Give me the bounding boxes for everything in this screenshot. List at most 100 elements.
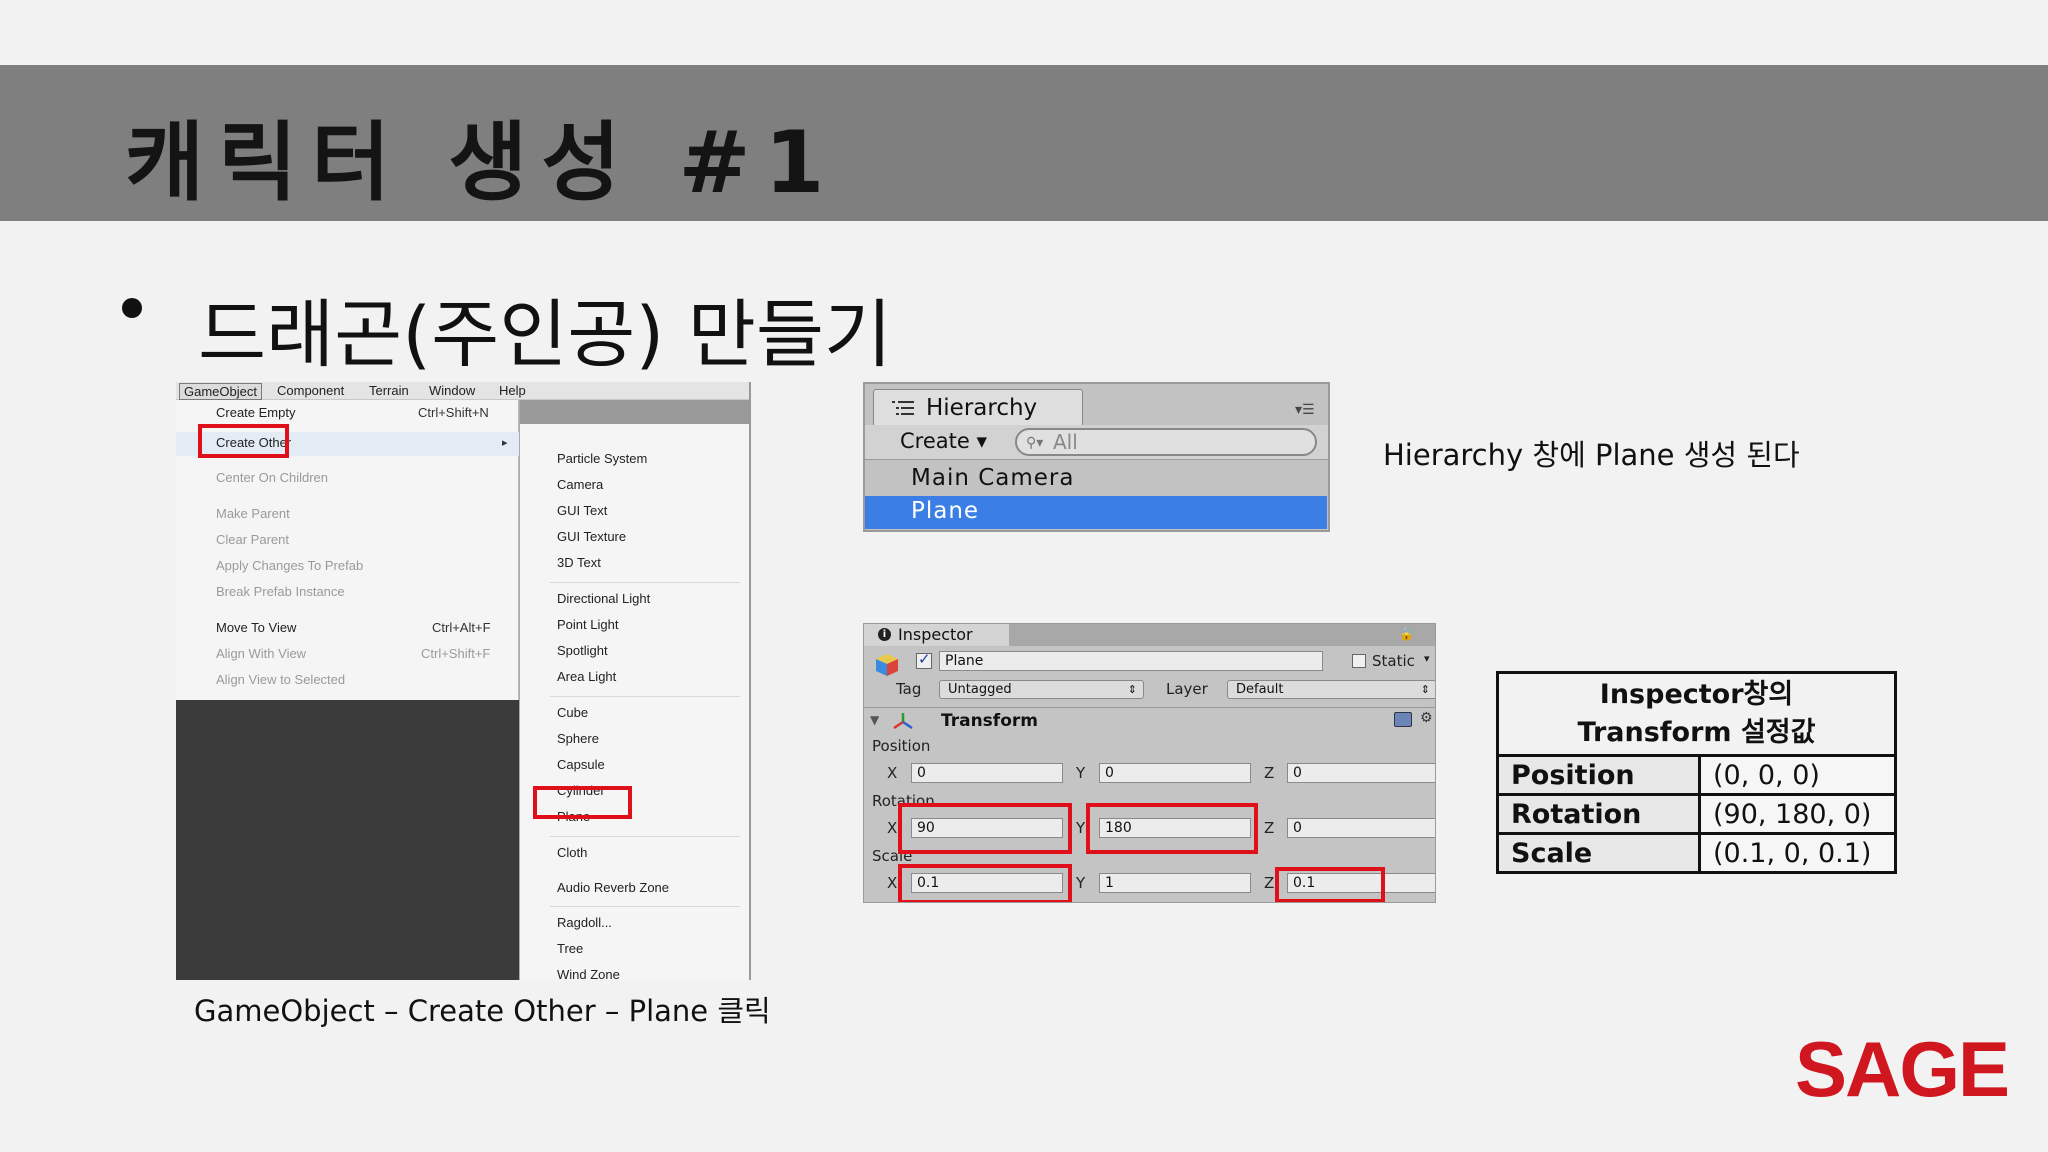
table-header-line1: Inspector창의 (1599, 679, 1794, 710)
menu-gameobject[interactable]: GameObject (179, 383, 262, 400)
submenu-item-wind-zone[interactable]: Wind Zone (557, 967, 620, 980)
position-y-label: Y (1076, 764, 1086, 782)
table-row: Scale (0.1, 0, 0.1) (1496, 832, 1897, 874)
scale-z-highlight-box (1275, 867, 1385, 902)
static-checkbox[interactable] (1352, 654, 1366, 668)
menu-caption: GameObject – Create Other – Plane 클릭 (194, 994, 771, 1028)
menu-item-make-parent[interactable]: Make Parent (216, 506, 290, 521)
bullet-dot (122, 298, 142, 318)
hierarchy-item-main-camera[interactable]: Main Camera (865, 463, 1327, 496)
static-dropdown-arrow-icon[interactable]: ▾ (1424, 652, 1430, 665)
menu-component[interactable]: Component (277, 383, 344, 398)
tag-dropdown[interactable]: Untagged ⇕ (939, 680, 1144, 699)
table-row: Rotation (90, 180, 0) (1496, 793, 1897, 835)
position-x-label: X (887, 764, 898, 782)
menu-item-break-prefab[interactable]: Break Prefab Instance (216, 584, 345, 599)
submenu-separator (550, 836, 740, 837)
position-z-field[interactable]: 0 (1287, 763, 1435, 783)
help-book-icon[interactable] (1394, 712, 1412, 727)
hierarchy-caption: Hierarchy 창에 Plane 생성 된다 (1383, 438, 1800, 472)
table-row: Position (0, 0, 0) (1496, 754, 1897, 796)
tag-label: Tag (896, 680, 922, 698)
submenu-item-capsule[interactable]: Capsule (557, 757, 605, 772)
search-icon: ⚲▾ (1026, 435, 1044, 451)
rotation-z-label: Z (1264, 819, 1275, 837)
scale-y-field[interactable]: 1 (1099, 873, 1251, 893)
scale-x-highlight-box (898, 864, 1072, 902)
scale-x-label: X (887, 874, 898, 892)
hierarchy-tab[interactable]: Hierarchy (873, 389, 1083, 425)
separator (864, 707, 1435, 708)
create-other-submenu: Particle System Camera GUI Text GUI Text… (519, 400, 749, 980)
submenu-item-camera[interactable]: Camera (557, 477, 603, 492)
gear-icon[interactable]: ⚙ (1420, 710, 1433, 726)
menu-help[interactable]: Help (499, 383, 526, 398)
submenu-separator (550, 696, 740, 697)
create-dropdown[interactable]: Create ▾ (900, 429, 987, 453)
hierarchy-toolbar: Create ▾ ⚲▾ All (865, 425, 1328, 460)
submenu-item-audio-reverb-zone[interactable]: Audio Reverb Zone (557, 880, 669, 895)
submenu-item-spotlight[interactable]: Spotlight (557, 643, 608, 658)
position-y-field[interactable]: 0 (1099, 763, 1251, 783)
layer-dropdown[interactable]: Default ⇕ (1227, 680, 1435, 699)
menu-item-move-to-view[interactable]: Move To View (216, 620, 296, 635)
menu-item-create-empty[interactable]: Create Empty (216, 405, 295, 420)
submenu-header (520, 400, 749, 424)
active-checkbox[interactable] (916, 650, 932, 669)
menu-item-align-with-view[interactable]: Align With View (216, 646, 306, 661)
hierarchy-panel: Hierarchy ▾☰ Create ▾ ⚲▾ All Main Camera… (863, 382, 1330, 532)
submenu-item-cube[interactable]: Cube (557, 705, 588, 720)
scene-view-background (176, 700, 519, 980)
list-icon (892, 401, 914, 415)
lock-icon[interactable]: 🔒 (1399, 627, 1414, 641)
transform-label: Transform (941, 711, 1038, 731)
create-other-highlight-box (198, 424, 289, 458)
submenu-item-directional-light[interactable]: Directional Light (557, 591, 650, 606)
submenu-item-sphere[interactable]: Sphere (557, 731, 599, 746)
submenu-item-ragdoll[interactable]: Ragdoll... (557, 915, 612, 930)
search-placeholder: All (1053, 430, 1078, 454)
rotation-x-highlight-box (898, 803, 1072, 854)
rotation-z-field[interactable]: 0 (1287, 818, 1435, 838)
transform-icon (893, 713, 913, 730)
sage-logo: SAGE (1795, 1025, 2010, 1113)
submenu-item-cloth[interactable]: Cloth (557, 845, 587, 860)
plane-highlight-box (533, 786, 632, 819)
hierarchy-search-input[interactable]: ⚲▾ All (1015, 428, 1317, 456)
inspector-tab[interactable]: i Inspector (864, 624, 1009, 646)
object-name-field[interactable]: Plane (939, 651, 1323, 671)
menu-terrain[interactable]: Terrain (369, 383, 409, 398)
submenu-item-particle-system[interactable]: Particle System (557, 451, 647, 466)
submenu-item-gui-text[interactable]: GUI Text (557, 503, 607, 518)
position-z-label: Z (1264, 764, 1275, 782)
table-header: Inspector창의 Transform 설정값 (1496, 671, 1897, 757)
submenu-item-3d-text[interactable]: 3D Text (557, 555, 601, 570)
bullet-text: 드래곤(주인공) 만들기 (198, 292, 892, 378)
foldout-arrow-icon[interactable]: ▼ (870, 713, 879, 727)
submenu-item-area-light[interactable]: Area Light (557, 669, 616, 684)
layer-label: Layer (1166, 680, 1208, 698)
gameobject-menu-screenshot: GameObject Component Terrain Window Help… (176, 382, 751, 980)
hierarchy-item-plane[interactable]: Plane (865, 496, 1327, 529)
panel-menu-icon[interactable]: ▾☰ (1295, 402, 1315, 418)
submenu-arrow-icon: ▸ (502, 437, 508, 449)
hierarchy-tab-label: Hierarchy (926, 395, 1038, 421)
inspector-tab-label: Inspector (898, 625, 973, 644)
menu-item-center-on-children[interactable]: Center On Children (216, 470, 328, 485)
menu-item-apply-changes[interactable]: Apply Changes To Prefab (216, 558, 363, 573)
table-header-line2: Transform 설정값 (1577, 717, 1816, 748)
dropdown-arrow-icon: ⇕ (1127, 683, 1137, 696)
submenu-item-gui-texture[interactable]: GUI Texture (557, 529, 626, 544)
submenu-separator (550, 582, 740, 583)
position-x-field[interactable]: 0 (911, 763, 1063, 783)
submenu-item-tree[interactable]: Tree (557, 941, 583, 956)
scale-y-label: Y (1076, 874, 1086, 892)
rotation-y-label: Y (1076, 819, 1086, 837)
menu-window[interactable]: Window (429, 383, 475, 398)
menu-item-clear-parent[interactable]: Clear Parent (216, 532, 289, 547)
scale-z-label: Z (1264, 874, 1275, 892)
shortcut-move-to-view: Ctrl+Alt+F (432, 620, 491, 635)
menu-item-align-view-to-selected[interactable]: Align View to Selected (216, 672, 345, 687)
dropdown-arrow-icon: ⇕ (1420, 683, 1430, 696)
submenu-item-point-light[interactable]: Point Light (557, 617, 618, 632)
